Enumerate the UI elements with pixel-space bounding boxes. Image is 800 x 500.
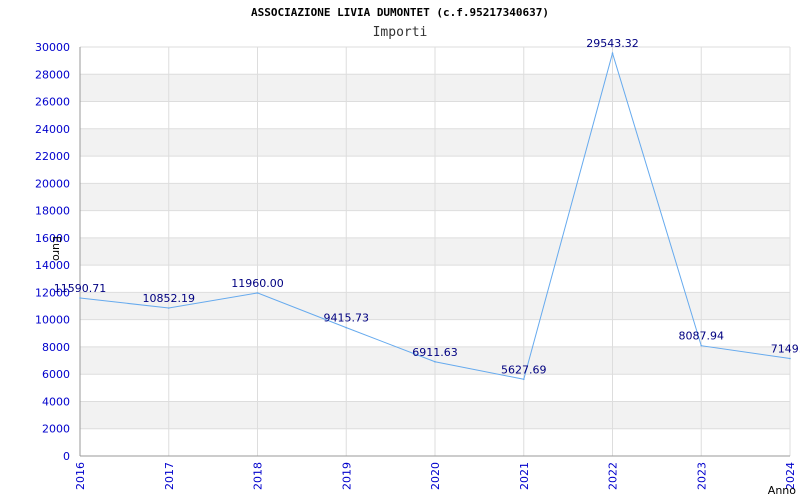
data-label: 6911.63 [412, 346, 458, 359]
y-tick-label: 10000 [35, 314, 70, 327]
x-tick-label: 2019 [340, 462, 353, 490]
x-tick-group: 2022 [607, 462, 620, 490]
y-tick-label: 6000 [42, 368, 70, 381]
y-tick-label: 8000 [42, 341, 70, 354]
data-label: 11960.00 [231, 277, 284, 290]
data-label: 8087.94 [679, 330, 725, 343]
data-point [611, 52, 614, 55]
data-point [700, 344, 703, 347]
y-tick-label: 30000 [35, 41, 70, 54]
data-label: 9415.73 [324, 312, 370, 325]
data-label: 7149.2 [771, 343, 800, 356]
x-tick-group: 2019 [340, 462, 353, 490]
y-tick-label: 14000 [35, 259, 70, 272]
y-tick-label: 24000 [35, 123, 70, 136]
x-tick-label: 2018 [252, 462, 265, 490]
data-point [434, 360, 436, 363]
x-tick-label: 2022 [607, 462, 620, 490]
x-tick-group: 2016 [74, 462, 87, 490]
data-point [256, 292, 259, 294]
x-tick-group: 2020 [429, 462, 442, 490]
data-label: 10852.19 [143, 292, 196, 305]
chart: 0 2000 4000 6000 8000 10000 12000 14000 16000 180… [0, 0, 800, 500]
chart-subtitle: Importi [372, 25, 428, 40]
data-point [79, 297, 81, 299]
data-label: 11590.71 [54, 282, 107, 295]
data-point [522, 378, 525, 381]
x-tick-label: 2021 [518, 462, 531, 490]
y-tick-label: 22000 [35, 150, 70, 163]
x-tick-label: 2023 [695, 462, 708, 490]
y-tick-label: 18000 [35, 205, 70, 218]
y-tick-label: 20000 [35, 177, 70, 190]
data-point [789, 357, 791, 360]
chart-svg: 0200040006000800010000120001400016000180… [35, 37, 800, 497]
y-axis-label: Euro [50, 236, 63, 261]
y-tick-label: 2000 [42, 423, 70, 436]
y-tick-label: 28000 [35, 68, 70, 81]
data-point [167, 307, 170, 309]
x-tick-label: 2020 [429, 462, 442, 490]
y-tick-label: 4000 [42, 395, 70, 408]
y-axis-label-group: Euro [50, 236, 63, 261]
data-point [345, 326, 348, 329]
y-tick-label: 0 [63, 450, 70, 463]
x-tick-labels: 2016 2017 2018 2019 2020 2021 2022 2023 2024 [74, 462, 797, 490]
x-axis-label: Anno [768, 484, 796, 497]
x-tick-group: 2021 [518, 462, 531, 490]
y-tick-label: 26000 [35, 96, 70, 109]
x-tick-label: 2017 [163, 462, 176, 490]
x-tick-label: 2016 [74, 462, 87, 490]
chart-title: ASSOCIAZIONE LIVIA DUMONTET (c.f.9521734… [250, 6, 549, 19]
x-tick-group: 2017 [163, 462, 176, 490]
x-tick-group: 2018 [252, 462, 265, 490]
data-label: 5627.69 [501, 363, 547, 376]
x-tick-group: 2023 [695, 462, 708, 490]
